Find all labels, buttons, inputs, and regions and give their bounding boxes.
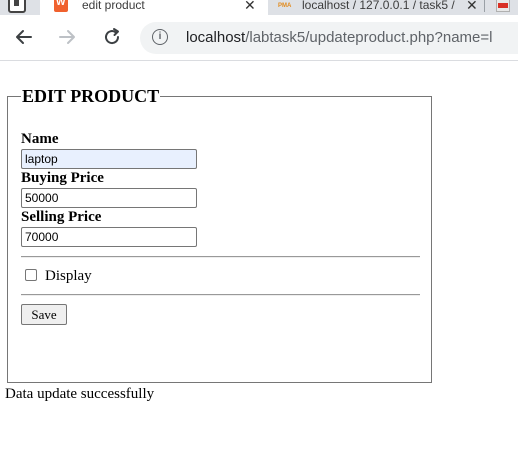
buying-price-input[interactable]: 50000: [21, 188, 197, 208]
status-message: Data update successfully: [5, 386, 155, 402]
forward-arrow-icon[interactable]: [54, 24, 80, 50]
divider: [21, 294, 420, 296]
name-input[interactable]: laptop: [21, 149, 197, 169]
browser-toolbar: i localhost/labtask5/updateproduct.php?n…: [0, 15, 518, 61]
tab-separator: [484, 0, 485, 12]
wamp-favicon-icon: [54, 0, 68, 12]
tab-search-icon[interactable]: [8, 0, 26, 13]
reload-icon[interactable]: [99, 24, 125, 50]
pdf-tab-icon[interactable]: [496, 0, 510, 12]
url-host: localhost: [186, 29, 246, 46]
buying-price-label: Buying Price: [21, 170, 104, 186]
tab-title: edit product: [82, 0, 145, 12]
name-label: Name: [21, 131, 59, 147]
tab-edit-product[interactable]: edit product ✕: [40, 0, 268, 15]
display-label[interactable]: Display: [45, 268, 92, 285]
tab-title: localhost / 127.0.0.1 / task5 /: [302, 0, 455, 12]
url-text[interactable]: localhost/labtask5/updateproduct.php?nam…: [186, 29, 492, 46]
form-legend: EDIT PRODUCT: [22, 86, 160, 106]
tab-phpmyadmin[interactable]: localhost / 127.0.0.1 / task5 / ✕: [270, 0, 482, 15]
back-arrow-icon[interactable]: [11, 24, 37, 50]
selling-price-label: Selling Price: [21, 209, 102, 225]
phpmyadmin-favicon-icon: [278, 0, 294, 11]
divider: [21, 256, 420, 258]
site-info-icon[interactable]: i: [152, 29, 168, 45]
save-button[interactable]: Save: [21, 304, 67, 325]
close-tab-icon[interactable]: ✕: [244, 0, 256, 14]
tab-bar: edit product ✕ localhost / 127.0.0.1 / t…: [0, 0, 518, 15]
display-checkbox[interactable]: [25, 269, 37, 281]
selling-price-input[interactable]: 70000: [21, 227, 197, 247]
address-bar[interactable]: i localhost/labtask5/updateproduct.php?n…: [140, 22, 518, 54]
url-path: /labtask5/updateproduct.php?name=l: [245, 29, 493, 46]
close-tab-icon[interactable]: ✕: [466, 0, 478, 14]
